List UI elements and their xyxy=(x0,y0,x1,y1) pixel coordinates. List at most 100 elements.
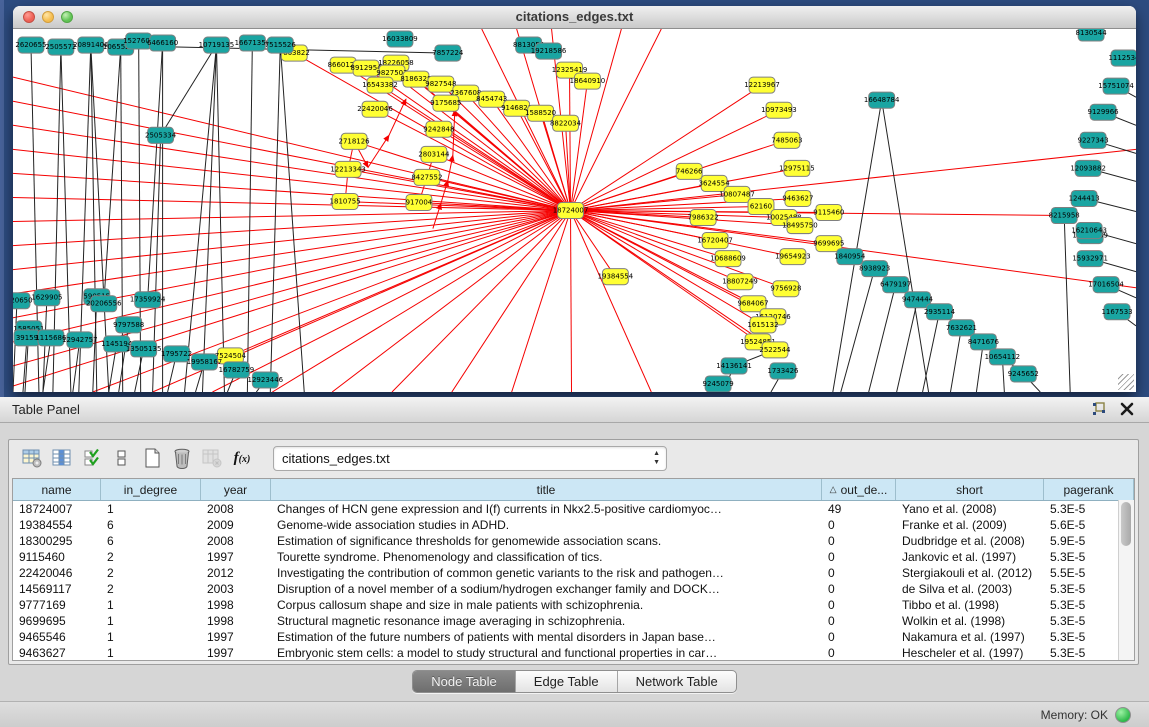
graph-node[interactable]: 2718126 xyxy=(339,133,371,149)
citation-edge[interactable] xyxy=(139,41,141,392)
graph-node[interactable]: 1840954 xyxy=(834,249,866,265)
row-options-icon[interactable] xyxy=(109,445,135,471)
citation-edge[interactable] xyxy=(230,211,570,356)
citation-edge[interactable] xyxy=(869,285,896,392)
graph-node[interactable]: 9797588 xyxy=(113,317,144,333)
function-builder-icon[interactable]: f(x) xyxy=(229,445,255,471)
citation-edge[interactable] xyxy=(452,211,571,393)
graph-node[interactable]: 8427552 xyxy=(411,169,442,185)
graph-node[interactable]: 8471676 xyxy=(968,334,1000,350)
graph-node[interactable]: 16210643 xyxy=(1071,223,1107,239)
graph-node[interactable]: 7485063 xyxy=(771,132,802,148)
graph-node[interactable]: 19218586 xyxy=(531,43,567,59)
graph-node[interactable]: 1810755 xyxy=(330,193,361,209)
graph-node[interactable]: 1629905 xyxy=(31,290,62,306)
citation-edge[interactable] xyxy=(1064,216,1070,392)
graph-node[interactable]: 22420046 xyxy=(357,101,393,117)
scrollbar-thumb[interactable] xyxy=(1121,502,1131,546)
citation-edge[interactable] xyxy=(897,300,918,392)
graph-node[interactable]: 2620650 xyxy=(13,293,33,309)
vertical-scrollbar[interactable] xyxy=(1118,500,1134,660)
graph-node[interactable]: 10654112 xyxy=(985,349,1021,365)
column-header-short[interactable]: short xyxy=(896,479,1044,500)
citation-edge[interactable] xyxy=(354,141,570,210)
graph-node[interactable]: 1112534 xyxy=(1108,50,1136,66)
citation-edge[interactable] xyxy=(280,45,304,392)
create-table-icon[interactable] xyxy=(139,445,165,471)
table-row[interactable]: 1872400712008Changes of HCN gene express… xyxy=(13,501,1134,517)
table-row[interactable]: 1830029562008Estimation of significance … xyxy=(13,533,1134,549)
table-row[interactable]: 2242004622012Investigating the contribut… xyxy=(13,565,1134,581)
tab-node-table[interactable]: Node Table xyxy=(413,671,516,692)
citation-edge[interactable] xyxy=(161,45,217,135)
graph-node[interactable]: 2522544 xyxy=(759,342,791,358)
graph-node[interactable]: 7632621 xyxy=(946,320,977,336)
graph-node[interactable]: 7986322 xyxy=(688,209,719,225)
show-columns-icon[interactable] xyxy=(49,445,75,471)
graph-node[interactable]: 9463627 xyxy=(782,190,813,206)
graph-node[interactable]: 15932971 xyxy=(1072,251,1108,267)
graph-node[interactable]: 16720407 xyxy=(697,233,733,249)
graph-node[interactable]: 1733426 xyxy=(767,363,799,379)
graph-node[interactable]: 17016504 xyxy=(1088,277,1124,293)
graph-node[interactable]: 7515526 xyxy=(265,37,297,53)
citation-edge[interactable] xyxy=(392,211,571,393)
table-select-dropdown[interactable]: citations_edges.txt ▲▼ xyxy=(273,446,667,471)
table-row[interactable]: 946362711997Embryonic stem cells: a mode… xyxy=(13,645,1134,661)
graph-node[interactable]: 9245079 xyxy=(703,376,734,392)
graph-node[interactable]: 16033809 xyxy=(382,31,418,47)
table-row[interactable]: 946554611997Estimation of the future num… xyxy=(13,629,1134,645)
delete-columns-icon[interactable] xyxy=(199,445,225,471)
graph-node[interactable]: 13505135 xyxy=(126,341,162,357)
citation-edge[interactable] xyxy=(448,155,453,180)
window-resize-grip[interactable] xyxy=(1118,374,1134,390)
graph-node[interactable]: 14136141 xyxy=(716,358,752,374)
graph-node[interactable]: 18640910 xyxy=(570,73,606,89)
citation-edge[interactable] xyxy=(571,211,763,325)
network-canvas[interactable]: 1872400776638228660123891295418226058982… xyxy=(13,29,1136,392)
table-settings-icon[interactable] xyxy=(19,445,45,471)
citation-edge[interactable] xyxy=(923,312,940,392)
graph-node[interactable]: 7857224 xyxy=(432,45,464,61)
citation-edge[interactable] xyxy=(13,211,571,342)
column-header-year[interactable]: year xyxy=(201,479,271,500)
graph-node[interactable]: 9756928 xyxy=(770,281,801,297)
network-window-titlebar[interactable]: citations_edges.txt xyxy=(13,6,1136,29)
graph-node[interactable]: 19654923 xyxy=(775,249,811,265)
graph-node[interactable]: 16648784 xyxy=(864,92,900,108)
table-row[interactable]: 1456911722003Disruption of a novel membe… xyxy=(13,581,1134,597)
citation-edge[interactable] xyxy=(571,29,662,211)
citation-edge[interactable] xyxy=(270,45,280,392)
graph-node[interactable]: 9245652 xyxy=(1008,366,1039,382)
graph-node[interactable]: 917004 xyxy=(406,194,433,210)
close-panel-icon[interactable] xyxy=(1119,401,1135,417)
graph-node[interactable]: 18495750 xyxy=(782,218,818,234)
graph-node[interactable]: 9129966 xyxy=(1088,104,1120,120)
citation-edge[interactable] xyxy=(13,301,17,392)
graph-node[interactable]: 8215958 xyxy=(1049,207,1080,223)
graph-node[interactable]: 2505572 xyxy=(45,39,76,55)
graph-node[interactable]: 2935114 xyxy=(924,304,956,320)
graph-node[interactable]: 17359924 xyxy=(130,292,166,308)
graph-node[interactable]: 6466160 xyxy=(147,35,178,51)
column-header-title[interactable]: title xyxy=(271,479,822,500)
graph-node[interactable]: 8822034 xyxy=(550,115,582,131)
graph-node[interactable]: 12213967 xyxy=(744,77,780,93)
column-header-outde[interactable]: △out_de... xyxy=(822,479,896,500)
select-columns-icon[interactable] xyxy=(79,445,105,471)
citation-edge[interactable] xyxy=(882,100,929,392)
graph-node[interactable]: 10973493 xyxy=(761,102,797,118)
citation-edge[interactable] xyxy=(13,211,571,294)
graph-node[interactable]: 2803144 xyxy=(418,146,450,162)
graph-node[interactable]: 1167533 xyxy=(1101,304,1132,320)
graph-node[interactable]: 9115460 xyxy=(813,204,844,220)
citation-edge[interactable] xyxy=(148,43,163,300)
graph-node[interactable]: 8938923 xyxy=(859,261,890,277)
graph-node[interactable]: 10719135 xyxy=(199,37,235,53)
graph-node[interactable]: 12093882 xyxy=(1070,160,1106,176)
citation-edge[interactable] xyxy=(841,269,875,392)
column-header-name[interactable]: name xyxy=(13,479,101,500)
citation-edge[interactable] xyxy=(571,149,1136,210)
table-row[interactable]: 1938455462009Genome-wide association stu… xyxy=(13,517,1134,533)
graph-node[interactable]: 8130544 xyxy=(1076,29,1108,41)
